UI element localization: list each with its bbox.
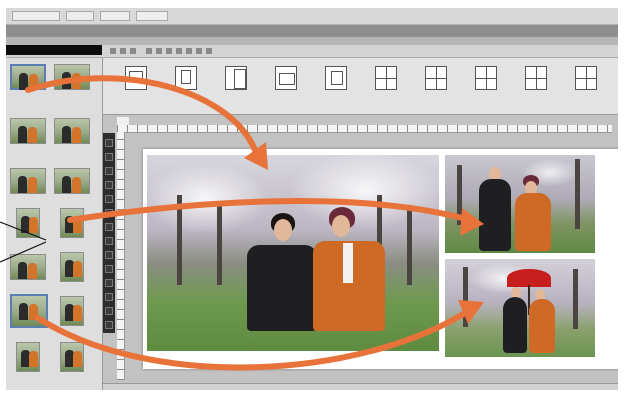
- menu-control[interactable]: [66, 11, 94, 21]
- layout-template-icon[interactable]: [475, 66, 497, 90]
- photo-thumbnail[interactable]: [54, 118, 90, 144]
- layout-template-strip: [103, 58, 618, 115]
- photo-browser-panel: [6, 58, 103, 390]
- layout-template-icon[interactable]: [275, 66, 297, 90]
- layout-template-icon[interactable]: [325, 66, 347, 90]
- path-bar[interactable]: [6, 45, 102, 55]
- application-window: [6, 8, 618, 390]
- tool-icon[interactable]: [105, 251, 113, 259]
- tool-icon[interactable]: [105, 167, 113, 175]
- tool-icon[interactable]: [105, 279, 113, 287]
- tool-icon[interactable]: [105, 265, 113, 273]
- tool-icon[interactable]: [105, 237, 113, 245]
- tool-icon[interactable]: [105, 139, 113, 147]
- photo-thumbnail[interactable]: [16, 342, 40, 372]
- option-icon[interactable]: [186, 48, 192, 54]
- layout-template-icon[interactable]: [425, 66, 447, 90]
- layout-template-icon[interactable]: [575, 66, 597, 90]
- couple-standing-among-trees-photo[interactable]: [445, 155, 595, 253]
- status-bar: [103, 383, 618, 390]
- option-icon[interactable]: [196, 48, 202, 54]
- couple-with-red-umbrella-photo[interactable]: [445, 259, 595, 357]
- tool-icon[interactable]: [105, 293, 113, 301]
- menu-control[interactable]: [136, 11, 168, 21]
- menu-control[interactable]: [100, 11, 130, 21]
- layout-template-icon[interactable]: [175, 66, 197, 90]
- menu-control[interactable]: [12, 11, 60, 21]
- couple-under-cherry-blossoms-photo[interactable]: [147, 155, 439, 351]
- photo-thumbnail[interactable]: [10, 254, 46, 280]
- document-tab[interactable]: [117, 117, 129, 125]
- vertical-ruler: [117, 132, 125, 380]
- layout-template-icon[interactable]: [525, 66, 547, 90]
- option-icon[interactable]: [176, 48, 182, 54]
- horizontal-ruler: [117, 125, 612, 133]
- tool-icon[interactable]: [105, 153, 113, 161]
- option-icon[interactable]: [110, 48, 116, 54]
- photo-thumbnail[interactable]: [10, 168, 46, 194]
- option-icon[interactable]: [156, 48, 162, 54]
- tools-panel: [103, 133, 115, 333]
- tool-icon[interactable]: [105, 195, 113, 203]
- page-spread: [143, 149, 618, 369]
- photo-thumbnail[interactable]: [60, 252, 84, 282]
- option-icon[interactable]: [130, 48, 136, 54]
- layout-template-icon[interactable]: [125, 66, 147, 90]
- photo-thumbnail[interactable]: [54, 64, 90, 90]
- photo-thumbnail[interactable]: [16, 208, 40, 238]
- tool-icon[interactable]: [105, 307, 113, 315]
- layout-template-icon[interactable]: [375, 66, 397, 90]
- photo-thumbnail[interactable]: [60, 208, 84, 238]
- tool-icon[interactable]: [105, 223, 113, 231]
- photo-thumbnail[interactable]: [60, 296, 84, 326]
- tool-icon[interactable]: [105, 181, 113, 189]
- photo-thumbnail[interactable]: [60, 342, 84, 372]
- option-icon[interactable]: [146, 48, 152, 54]
- tool-icon[interactable]: [105, 209, 113, 217]
- tab-strip: [6, 37, 618, 45]
- layout-template-icon[interactable]: [225, 66, 247, 90]
- option-icon[interactable]: [166, 48, 172, 54]
- title-bar: [6, 25, 618, 37]
- option-icon[interactable]: [206, 48, 212, 54]
- menu-bar: [6, 8, 618, 25]
- option-icon[interactable]: [120, 48, 126, 54]
- photo-thumbnail[interactable]: [10, 118, 46, 144]
- photo-thumbnail[interactable]: [54, 168, 90, 194]
- document-window: [103, 115, 618, 390]
- photo-thumbnail[interactable]: [10, 64, 46, 90]
- photo-thumbnail[interactable]: [10, 294, 48, 328]
- tool-icon[interactable]: [105, 321, 113, 329]
